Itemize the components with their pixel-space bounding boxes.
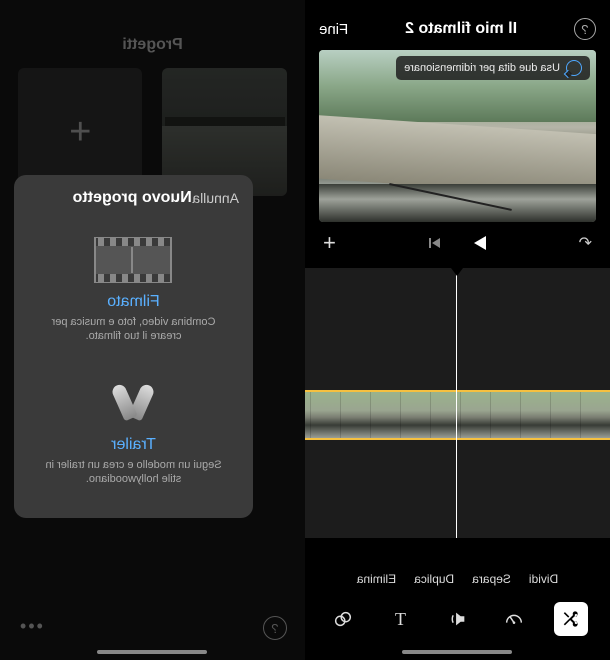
project-title: Il mio filmato 2 [405,20,517,38]
playback-bar: ↶ + [305,222,610,264]
filters-tool[interactable] [327,602,361,636]
skip-to-end-button[interactable] [429,238,440,248]
video-preview-container: Usa due dita per ridimensionare [319,50,596,222]
speedometer-icon [504,608,526,630]
done-button[interactable]: Fine [319,21,348,38]
hint-text: Usa due dita per ridimensionare [404,62,560,74]
undo-button[interactable]: ↶ [579,233,592,253]
movie-option-desc: Combina video, foto e musica per creare … [36,315,231,344]
speed-tool[interactable] [498,602,532,636]
plus-icon: + [69,111,91,154]
trailer-option-title: Trailer [36,436,231,454]
modal-title: Nuovo progetto [73,189,192,207]
overlapping-circles-icon [333,608,355,630]
modal-header: Annulla Nuovo progetto [28,189,239,207]
bottom-bar: ? ••• [0,616,305,640]
playhead[interactable] [457,268,458,538]
text-tool[interactable]: T [384,602,418,636]
cut-tool[interactable] [555,602,589,636]
video-clip[interactable] [305,390,610,440]
projects-header: Progetti [0,0,305,68]
play-button[interactable] [474,236,486,250]
duplicate-action[interactable]: Duplica [414,572,454,586]
trailer-option-desc: Segui un modello e crea un trailer in st… [36,458,231,487]
volume-tool[interactable] [441,602,475,636]
detach-action[interactable]: Separa [472,572,511,586]
scissors-icon [562,609,582,629]
delete-action[interactable]: Elimina [357,572,396,586]
projects-screen: Progetti + Annulla Nuovo progetto Filmat… [0,0,305,660]
help-icon: ? [581,22,588,37]
timeline[interactable] [305,268,610,538]
spotlights-icon [104,376,164,426]
cancel-button[interactable]: Annulla [192,190,239,206]
movie-option-title: Filmato [36,293,231,311]
editor-screen: ? Il mio filmato 2 Fine Usa due dita per… [305,0,610,660]
text-icon: T [395,609,406,630]
new-project-modal: Annulla Nuovo progetto Filmato Combina v… [14,175,253,518]
split-action[interactable]: Dividi [529,572,558,586]
more-button[interactable]: ••• [18,616,43,640]
editor-header: ? Il mio filmato 2 Fine [305,0,610,50]
resize-hint-banner: Usa due dita per ridimensionare [396,56,590,80]
playhead-marker-icon [452,268,464,276]
trailer-option[interactable]: Trailer Segui un modello e crea un trail… [28,356,239,499]
tool-bar: T [305,602,610,636]
filmstrip-icon [95,237,173,283]
clip-edit-actions: Dividi Separa Duplica Elimina [305,572,610,586]
help-button[interactable]: ? [263,616,287,640]
home-indicator[interactable] [98,650,208,654]
home-indicator[interactable] [403,650,513,654]
help-button[interactable]: ? [574,18,596,40]
magnifier-icon [566,60,582,76]
help-icon: ? [271,621,278,636]
speaker-icon [447,608,469,630]
add-media-button[interactable]: + [323,230,336,256]
movie-option[interactable]: Filmato Combina video, foto e musica per… [28,225,239,356]
